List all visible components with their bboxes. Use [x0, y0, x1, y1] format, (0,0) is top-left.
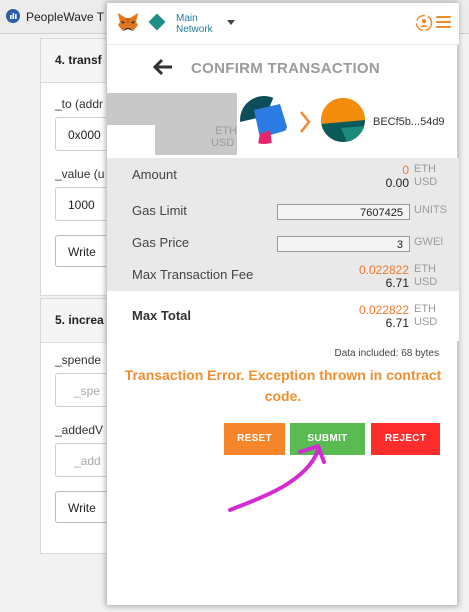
metamask-popup: Main Network CONFIRM TRANSACTION ETH USD: [106, 2, 459, 606]
max-total-label: Max Total: [132, 308, 191, 323]
param-label-to: _to (addr: [55, 97, 104, 111]
amount-eth-unit: ETH: [414, 163, 436, 175]
gas-limit-label: Gas Limit: [132, 203, 187, 218]
amount-usd-value: 0.00: [385, 176, 409, 190]
submit-button[interactable]: SUBMIT: [290, 423, 365, 455]
network-status-icon[interactable]: [148, 13, 166, 31]
amount-usd-unit: USD: [414, 176, 438, 188]
from-account-avatar: [240, 96, 288, 144]
to-address: BECf5b...54d9: [373, 116, 445, 128]
gas-limit-unit: UNITS: [414, 204, 447, 216]
param-label-added: _addedV: [55, 423, 104, 437]
max-total-row: Max Total 0.022822 ETH 6.71 USD: [107, 291, 459, 341]
transaction-details: Amount 0 ETH 0.00 USD Gas Limit UNITS Ga…: [107, 158, 459, 341]
reset-button[interactable]: RESET: [224, 423, 285, 455]
metamask-fox-icon: [118, 13, 138, 31]
max-total-usd-unit: USD: [414, 316, 438, 328]
max-total-usd-value: 6.71: [385, 316, 409, 330]
max-fee-eth-unit: ETH: [414, 263, 436, 275]
gas-limit-input[interactable]: [277, 204, 410, 220]
metamask-header: Main Network: [107, 3, 459, 45]
from-eth-unit: ETH: [215, 125, 237, 137]
transaction-error-message: Transaction Error. Exception thrown in c…: [124, 367, 442, 404]
gas-price-input[interactable]: [277, 236, 410, 252]
network-name-line2: Network: [176, 24, 213, 35]
data-included-text: Data included: 68 bytes: [334, 348, 439, 359]
amount-eth-value: 0: [402, 163, 409, 177]
browser-tab-title[interactable]: PeopleWave T: [26, 10, 104, 24]
max-total-eth-value: 0.022822: [358, 303, 409, 317]
max-fee-label: Max Transaction Fee: [132, 267, 254, 282]
account-switch-icon[interactable]: [415, 14, 433, 32]
max-fee-usd-unit: USD: [414, 276, 438, 288]
site-favicon-icon: [6, 9, 20, 23]
from-usd-unit: USD: [211, 137, 235, 149]
back-arrow-icon[interactable]: [153, 58, 173, 76]
hamburger-menu-icon[interactable]: [436, 16, 451, 29]
page-title: CONFIRM TRANSACTION: [191, 60, 381, 77]
chevron-right-icon: [300, 111, 311, 133]
chevron-down-icon[interactable]: [227, 20, 235, 25]
param-label-value: _value (u: [55, 167, 105, 181]
max-fee-eth-value: 0.022822: [358, 263, 409, 277]
gas-price-label: Gas Price: [132, 235, 190, 250]
network-name-line1: Main: [176, 13, 198, 24]
param-label-spender: _spende: [55, 353, 102, 367]
reject-button[interactable]: REJECT: [371, 423, 440, 455]
amount-label: Amount: [132, 167, 177, 182]
network-selector[interactable]: Main Network: [176, 13, 213, 35]
max-total-eth-unit: ETH: [414, 303, 436, 315]
gas-price-unit: GWEI: [414, 236, 444, 248]
to-account-avatar: [321, 98, 365, 142]
max-fee-usd-value: 6.71: [385, 276, 409, 290]
